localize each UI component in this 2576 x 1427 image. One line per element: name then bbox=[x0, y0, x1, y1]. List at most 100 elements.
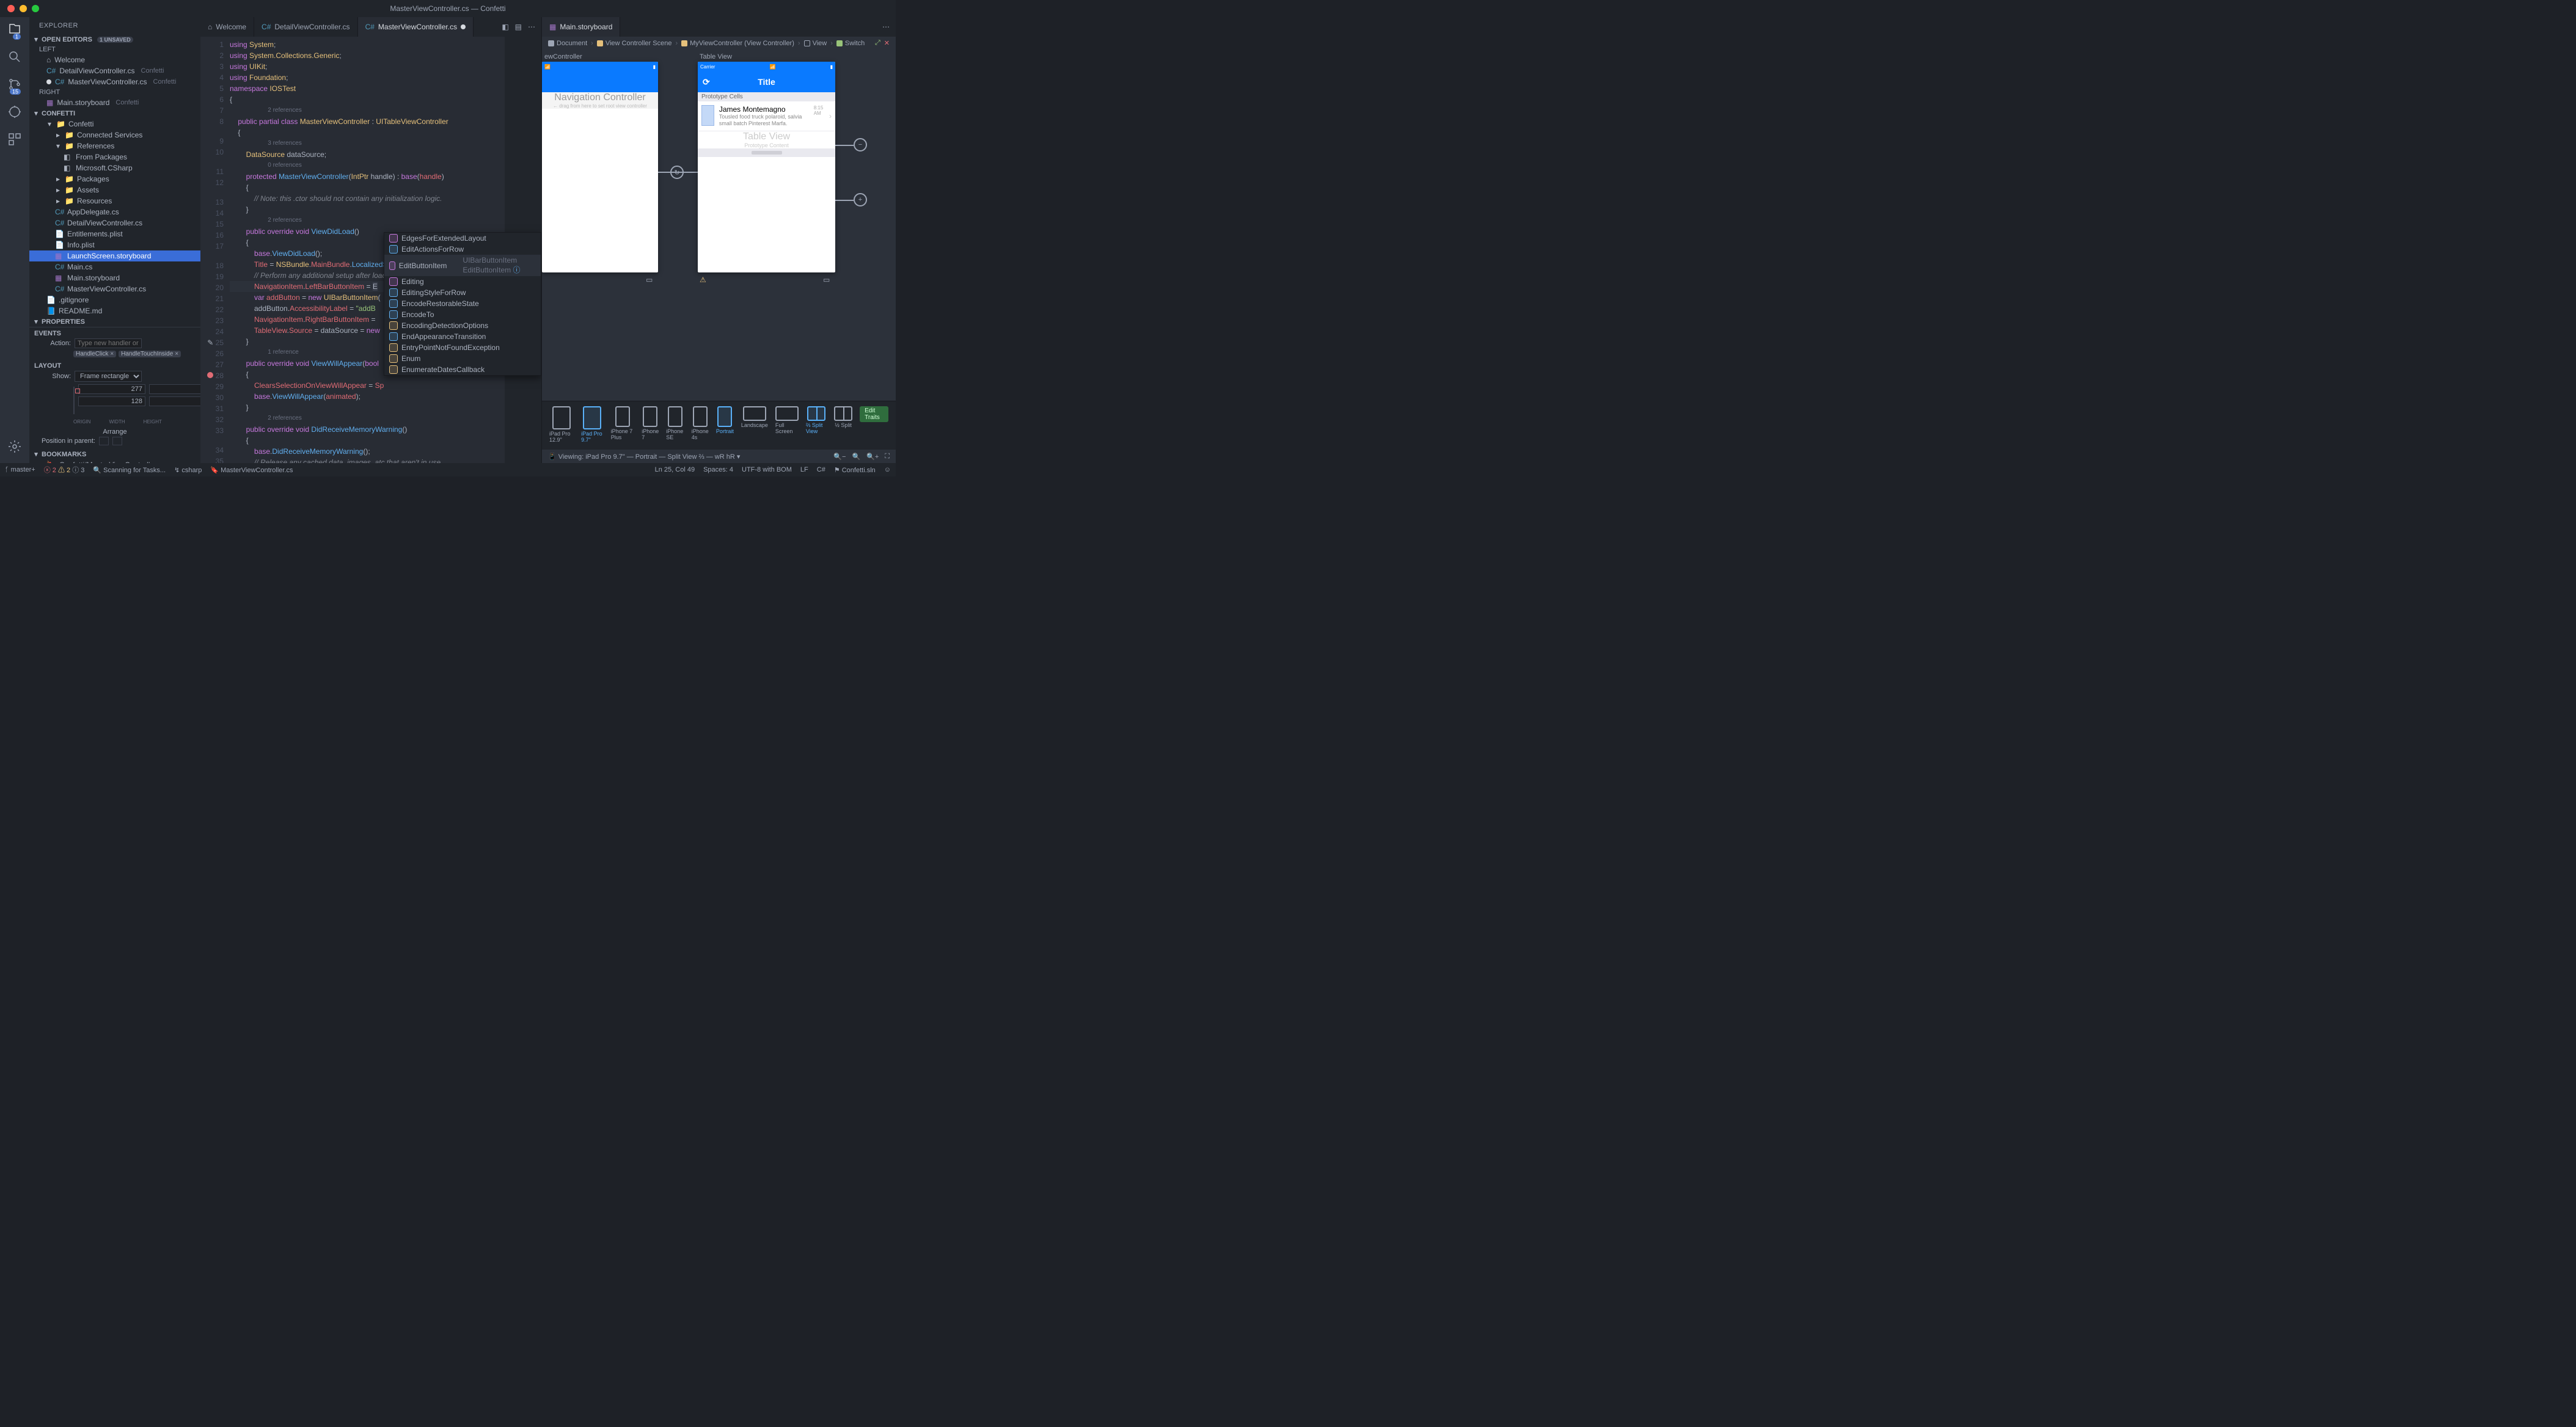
activity-settings[interactable] bbox=[7, 439, 22, 456]
bookmarks-header[interactable]: ▾BOOKMARKS bbox=[29, 449, 200, 459]
file-tree-item[interactable]: 📄.gitignore bbox=[29, 294, 200, 305]
intellisense-item[interactable]: EncodeRestorableState bbox=[384, 298, 541, 309]
intellisense-item[interactable]: EnumerateDatesCallback bbox=[384, 364, 541, 375]
properties-header[interactable]: ▾PROPERTIES bbox=[29, 316, 200, 327]
device-chip[interactable]: iPad Pro 12.9" bbox=[549, 406, 574, 443]
remove-chip-icon[interactable]: × bbox=[110, 351, 114, 357]
file-tree-item[interactable]: C#Main.cs bbox=[29, 261, 200, 272]
device-chip[interactable]: iPhone 4s bbox=[692, 406, 709, 440]
file-tree-item[interactable]: C#DetailViewController.cs bbox=[29, 217, 200, 228]
activity-explorer[interactable]: 1 bbox=[7, 22, 22, 38]
project-header[interactable]: ▾CONFETTI bbox=[29, 108, 200, 119]
more-actions-button[interactable]: ⋯ bbox=[528, 23, 535, 31]
tab-welcome[interactable]: ⌂ Welcome bbox=[200, 17, 254, 37]
open-editors-header[interactable]: ▾OPEN EDITORS 1 UNSAVED bbox=[29, 34, 200, 45]
edit-traits-button[interactable]: Edit Traits bbox=[860, 406, 888, 422]
device-chip[interactable]: Full Screen bbox=[775, 406, 799, 434]
segue-node[interactable]: − bbox=[854, 138, 867, 151]
tab-storyboard[interactable]: ▦Main.storyboard bbox=[542, 17, 620, 37]
file-tree-item[interactable]: ▾📁References bbox=[29, 141, 200, 151]
anchor-origin-picker[interactable] bbox=[73, 387, 75, 414]
segue-node[interactable]: + bbox=[854, 193, 867, 206]
open-editor-item[interactable]: C#DetailViewController.csConfetti bbox=[29, 65, 200, 76]
file-tree-item[interactable]: ▸📁Resources bbox=[29, 195, 200, 206]
open-editor-item[interactable]: ▦Main.storyboardConfetti bbox=[29, 97, 200, 108]
activity-debug[interactable] bbox=[7, 104, 22, 121]
breadcrumb[interactable]: Document› View Controller Scene› MyViewC… bbox=[542, 37, 896, 49]
scene-warning-icon[interactable]: ▭ bbox=[823, 276, 830, 284]
activity-scm[interactable]: 15 bbox=[7, 77, 22, 93]
open-editor-item[interactable]: ⌂Welcome bbox=[29, 54, 200, 65]
scene-warning-badge[interactable]: ⚠ bbox=[700, 276, 706, 284]
intellisense-item[interactable]: Enum bbox=[384, 353, 541, 364]
status-tasks[interactable]: 🔍 Scanning for Tasks... bbox=[93, 466, 166, 474]
bookmark-item[interactable]: 🔖 Confetti/MasterViewController.cs bbox=[29, 459, 200, 463]
close-window-button[interactable] bbox=[7, 5, 15, 12]
y-input[interactable] bbox=[149, 384, 200, 394]
file-tree-item[interactable]: ▾📁Confetti bbox=[29, 119, 200, 130]
device-chip[interactable]: ⅔ Split View bbox=[806, 406, 827, 434]
refresh-icon[interactable]: ⟳ bbox=[703, 77, 710, 87]
status-lncol[interactable]: Ln 25, Col 49 bbox=[655, 466, 695, 473]
status-branch[interactable]: ᚶ master+ bbox=[5, 466, 35, 473]
status-file[interactable]: 🔖 MasterViewController.cs bbox=[210, 466, 293, 474]
handler-chip[interactable]: HandleClick× bbox=[73, 351, 116, 357]
prototype-cell[interactable]: James Montemagno Tousled food truck pola… bbox=[698, 101, 835, 131]
status-mode[interactable]: C# bbox=[817, 466, 825, 473]
handler-chip[interactable]: HandleTouchInside× bbox=[119, 351, 181, 357]
device-chip[interactable]: iPad Pro 9.7" bbox=[581, 406, 604, 443]
file-tree-item[interactable]: C#AppDelegate.cs bbox=[29, 206, 200, 217]
split-editor-button[interactable]: ◧ bbox=[502, 23, 508, 31]
align-center-button[interactable] bbox=[112, 437, 122, 445]
code-editor[interactable]: 123456789101112131415161718192021222324✎… bbox=[200, 37, 541, 463]
activity-extensions[interactable] bbox=[7, 132, 22, 148]
tab-master[interactable]: C#MasterViewController.cs bbox=[358, 17, 474, 37]
intellisense-item[interactable]: EncodingDetectionOptions bbox=[384, 320, 541, 331]
file-tree-item[interactable]: ▸📁Packages bbox=[29, 173, 200, 184]
status-problems[interactable]: ⓧ 2 ⚠ 2 ⓘ 3 bbox=[44, 465, 85, 475]
file-tree-item[interactable]: C#MasterViewController.cs bbox=[29, 283, 200, 294]
expand-all-button[interactable]: ⤢ bbox=[875, 39, 880, 47]
device-chip[interactable]: Portrait bbox=[716, 406, 734, 434]
status-solution[interactable]: ⚑ Confetti.sln bbox=[834, 466, 876, 474]
feedback-button[interactable]: ☺ bbox=[884, 466, 891, 473]
status-eol[interactable]: LF bbox=[800, 466, 808, 473]
file-tree-item[interactable]: ▦Main.storyboard bbox=[29, 272, 200, 283]
file-tree-item[interactable]: 📄Info.plist bbox=[29, 239, 200, 250]
zoom-reset-button[interactable]: 🔍 bbox=[852, 453, 860, 461]
intellisense-item[interactable]: Editing bbox=[384, 276, 541, 287]
intellisense-item[interactable]: EntryPointNotFoundException bbox=[384, 342, 541, 353]
device-chip[interactable]: ½ Split bbox=[834, 406, 852, 428]
intellisense-item[interactable]: EndAppearanceTransition bbox=[384, 331, 541, 342]
h-input[interactable] bbox=[149, 396, 200, 406]
intellisense-item[interactable]: EditActionsForRow bbox=[384, 244, 541, 255]
toggle-layout-button[interactable]: ▤ bbox=[515, 23, 522, 31]
file-tree-item[interactable]: 📘README.md bbox=[29, 305, 200, 316]
file-tree-item[interactable]: ▦LaunchScreen.storyboard bbox=[29, 250, 200, 261]
align-left-button[interactable] bbox=[99, 437, 109, 445]
minimize-window-button[interactable] bbox=[20, 5, 27, 12]
status-spaces[interactable]: Spaces: 4 bbox=[703, 466, 733, 473]
device-chip[interactable]: Landscape bbox=[741, 406, 768, 428]
file-tree-item[interactable]: ▸📁Connected Services bbox=[29, 130, 200, 141]
intellisense-item[interactable]: EdgesForExtendedLayout bbox=[384, 233, 541, 244]
activity-search[interactable] bbox=[7, 49, 22, 66]
intellisense-item[interactable]: EncodeTo bbox=[384, 309, 541, 320]
device-chip[interactable]: iPhone 7 bbox=[642, 406, 659, 440]
file-tree-item[interactable]: 📄Entitlements.plist bbox=[29, 228, 200, 239]
open-editor-item[interactable]: C#MasterViewController.csConfetti bbox=[29, 76, 200, 87]
scene-warning-icon[interactable]: ▭ bbox=[646, 276, 653, 284]
x-input[interactable] bbox=[78, 384, 145, 394]
tableview-scene[interactable]: Carrier📶▮ ⟳Title Prototype Cells James M… bbox=[698, 62, 835, 272]
fit-button[interactable]: ⛶ bbox=[885, 453, 890, 461]
nav-controller-scene[interactable]: 📶▮ Navigation Controller ← drag from her… bbox=[542, 62, 658, 272]
zoom-out-button[interactable]: 🔍− bbox=[833, 453, 846, 461]
device-chip[interactable]: iPhone 7 Plus bbox=[611, 406, 635, 440]
tab-detail[interactable]: C#DetailViewController.cs bbox=[254, 17, 358, 37]
status-encoding[interactable]: UTF-8 with BOM bbox=[742, 466, 792, 473]
action-input[interactable] bbox=[75, 338, 142, 348]
show-select[interactable]: Frame rectangle bbox=[75, 371, 142, 382]
storyboard-designer[interactable]: ewController 📶▮ Navigation Controller ← … bbox=[542, 49, 896, 401]
file-tree-item[interactable]: ◧From Packages bbox=[29, 151, 200, 162]
remove-chip-icon[interactable]: × bbox=[175, 351, 178, 357]
